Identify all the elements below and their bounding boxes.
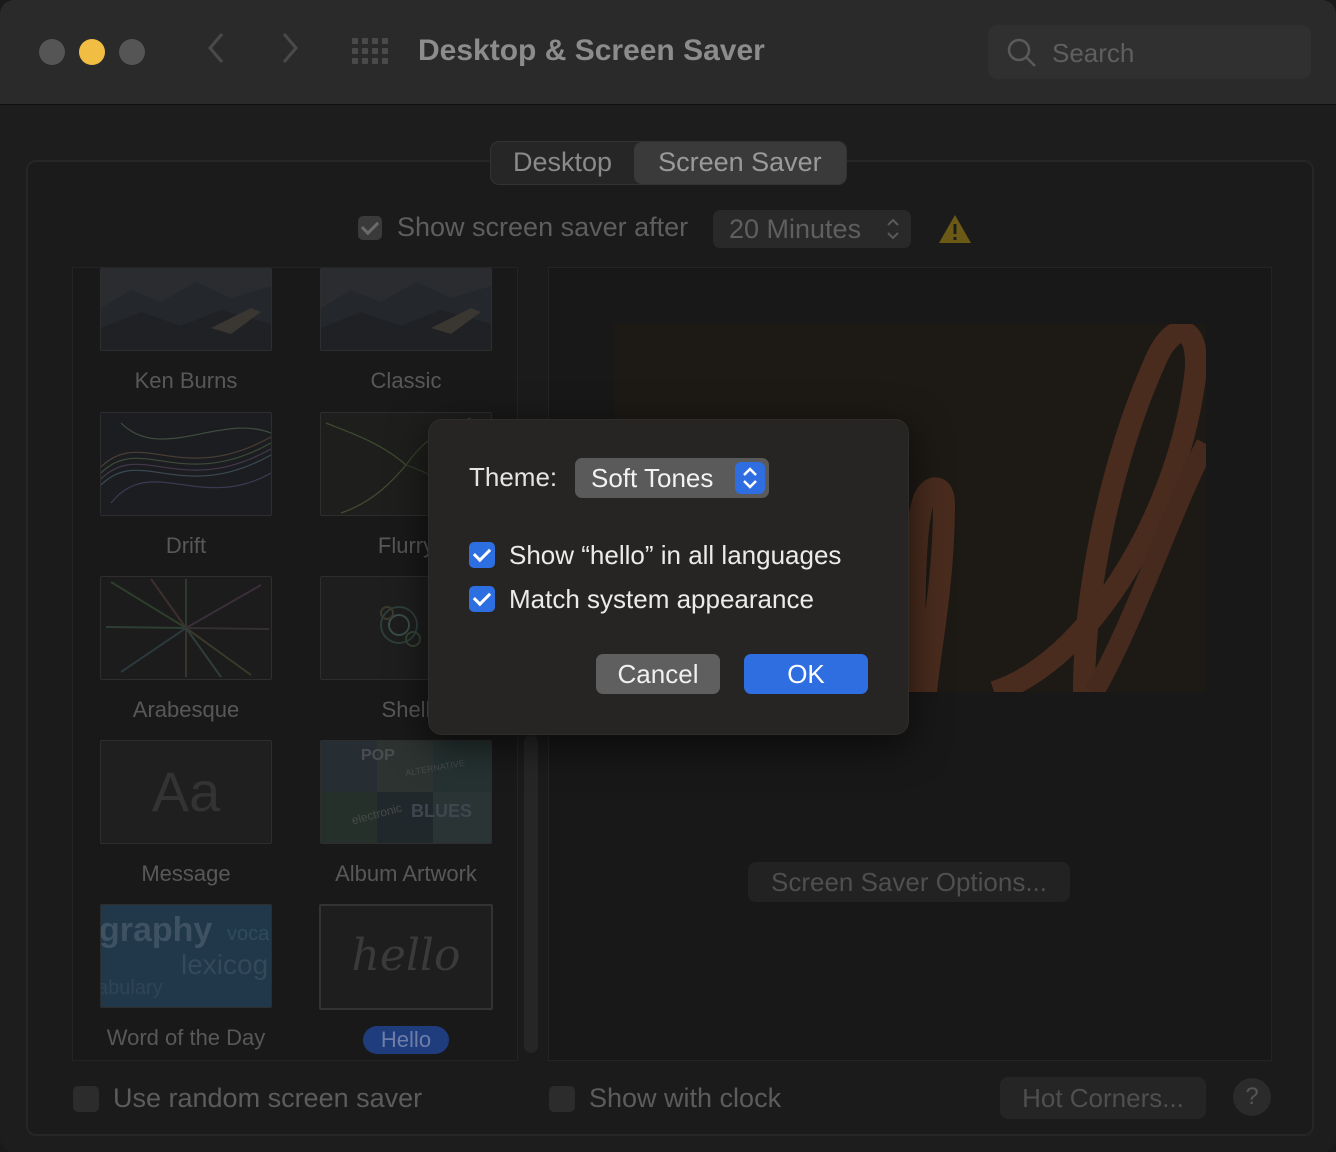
warning-icon[interactable] [937, 213, 973, 250]
minimize-window-button[interactable] [79, 39, 105, 65]
hello-options-sheet: Theme: Soft Tones Show “hello” in all la… [428, 419, 909, 735]
random-saver-row: Use random screen saver [73, 1083, 422, 1114]
hot-corners-button[interactable]: Hot Corners... [1000, 1077, 1206, 1119]
arabesque-thumbnail [100, 576, 272, 680]
chevron-left-icon [208, 33, 224, 63]
cancel-button[interactable]: Cancel [596, 654, 720, 694]
chevron-right-icon [282, 33, 298, 63]
popup-stepper [735, 462, 765, 494]
saver-item-hello[interactable]: hello Hello [301, 904, 511, 1054]
search-icon [1007, 38, 1036, 67]
saver-label: Classic [370, 368, 442, 393]
drift-thumbnail [100, 412, 272, 516]
close-window-button[interactable] [39, 39, 65, 65]
saver-item-message[interactable]: Aa Message [81, 740, 291, 888]
all-languages-checkbox[interactable] [469, 542, 495, 568]
idle-time-value: 20 Minutes [729, 214, 862, 244]
saver-label: Drift [165, 533, 207, 558]
zoom-window-button[interactable] [119, 39, 145, 65]
show-after-checkbox[interactable] [358, 215, 382, 240]
random-saver-checkbox[interactable] [73, 1085, 99, 1112]
show-clock-checkbox[interactable] [549, 1085, 575, 1112]
forward-button[interactable] [280, 30, 302, 75]
preferences-window: Desktop & Screen Saver Desktop Screen Sa… [0, 0, 1336, 1152]
hello-thumbnail: hello [319, 904, 493, 1010]
word-thumb-text: lexicog [181, 949, 269, 980]
ok-button[interactable]: OK [744, 654, 868, 694]
show-after-label: Show screen saver after [397, 212, 689, 242]
album-artwork-thumbnail: POP ALTERNATIVE electronic BLUES [320, 740, 492, 844]
saver-item-arabesque[interactable]: Arabesque [81, 576, 291, 724]
all-languages-row: Show “hello” in all languages [469, 538, 841, 572]
hello-thumb-text: hello [351, 930, 461, 981]
theme-popup[interactable]: Soft Tones [575, 458, 769, 498]
idle-time-popup[interactable]: 20 Minutes [713, 210, 911, 248]
search-field[interactable] [988, 25, 1311, 79]
saver-item-classic[interactable]: Classic [301, 268, 511, 395]
theme-value: Soft Tones [591, 463, 714, 493]
match-appearance-label: Match system appearance [509, 584, 814, 614]
saver-item-ken-burns[interactable]: Ken Burns [81, 268, 291, 395]
tab-screen-saver[interactable]: Screen Saver [634, 142, 846, 184]
show-all-grid-icon[interactable] [352, 38, 388, 66]
saver-label: Word of the Day [106, 1025, 266, 1050]
ken-burns-thumbnail [100, 268, 272, 351]
up-down-chevron-icon [887, 218, 899, 240]
search-input[interactable] [1050, 33, 1294, 73]
all-languages-label: Show “hello” in all languages [509, 540, 842, 570]
album-word: POP [361, 747, 395, 764]
word-of-the-day-thumbnail: graphy voca lexicog abulary [100, 904, 272, 1008]
show-clock-label: Show with clock [589, 1083, 782, 1113]
saver-label: Arabesque [132, 697, 240, 722]
random-saver-label: Use random screen saver [113, 1083, 423, 1113]
message-thumb-text: Aa [151, 760, 221, 823]
show-after-row: Show screen saver after [358, 212, 688, 243]
show-clock-row: Show with clock [549, 1083, 781, 1114]
match-appearance-row: Match system appearance [469, 582, 814, 616]
tab-bar: Desktop Screen Saver [490, 141, 847, 185]
list-scrollbar[interactable] [524, 735, 538, 1053]
help-button[interactable]: ? [1233, 1078, 1271, 1116]
saver-item-drift[interactable]: Drift [81, 412, 291, 560]
word-thumb-text: graphy [100, 911, 213, 949]
titlebar: Desktop & Screen Saver [0, 0, 1336, 105]
back-button[interactable] [204, 30, 226, 75]
classic-thumbnail [320, 268, 492, 351]
window-title: Desktop & Screen Saver [418, 34, 765, 67]
word-thumb-text: abulary [100, 977, 163, 999]
theme-label: Theme: [469, 462, 558, 492]
saver-label: Message [141, 861, 231, 886]
message-thumbnail: Aa [100, 740, 272, 844]
saver-item-word-of-the-day[interactable]: graphy voca lexicog abulary Word of the … [81, 904, 291, 1052]
saver-item-album-artwork[interactable]: POP ALTERNATIVE electronic BLUES Album A… [301, 740, 511, 888]
saver-label-selected: Hello [362, 1026, 450, 1054]
up-down-chevron-icon [743, 467, 757, 489]
saver-label: Album Artwork [335, 861, 477, 886]
saver-label: Ken Burns [134, 368, 238, 393]
match-appearance-checkbox[interactable] [469, 586, 495, 612]
tab-desktop[interactable]: Desktop [491, 142, 634, 184]
album-word: BLUES [411, 801, 473, 821]
screen-saver-options-button[interactable]: Screen Saver Options... [748, 862, 1070, 902]
word-thumb-text: voca [227, 923, 270, 945]
